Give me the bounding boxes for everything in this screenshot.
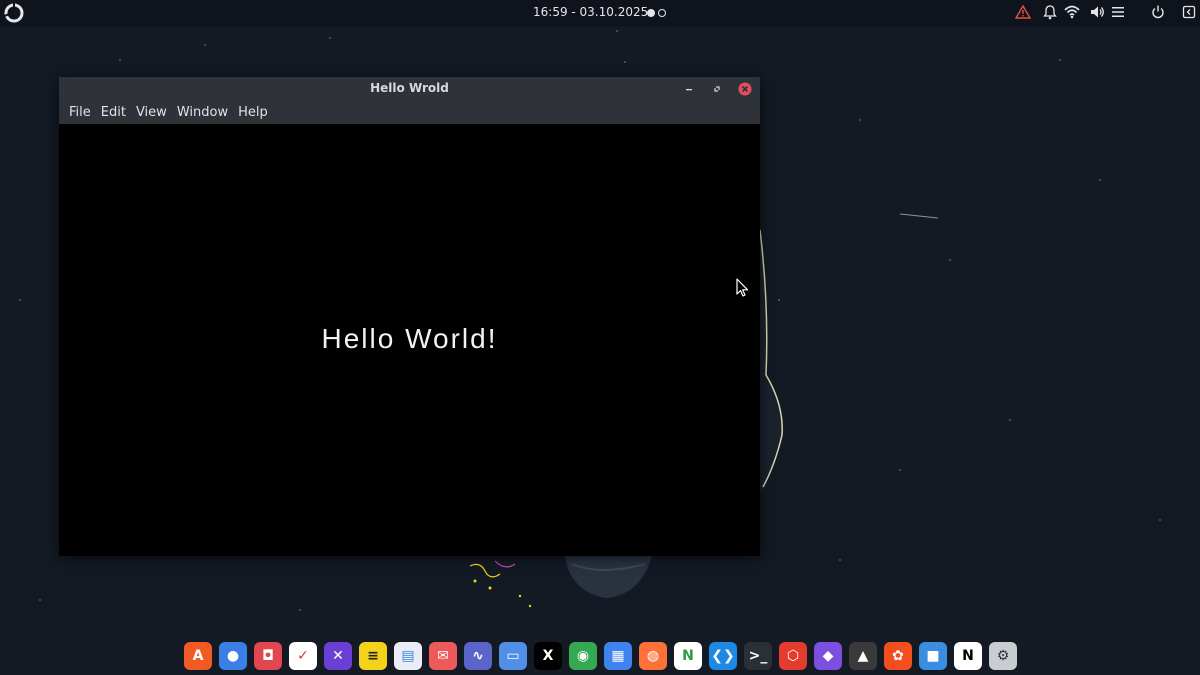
- wallpaper-shooting-star: [900, 213, 939, 219]
- dock-vscode-icon[interactable]: ❮❯: [709, 642, 737, 670]
- menu-view[interactable]: View: [131, 105, 172, 120]
- dock-figma-icon[interactable]: ✿: [884, 642, 912, 670]
- window-title: Hello Wrold: [370, 81, 449, 95]
- dock-files-icon[interactable]: ▭: [499, 642, 527, 670]
- workspace-1[interactable]: [647, 9, 655, 17]
- dock-obsidian-icon[interactable]: ◆: [814, 642, 842, 670]
- workspace-indicator[interactable]: [647, 9, 666, 17]
- dock-settings-icon[interactable]: ⚙: [989, 642, 1017, 670]
- dock-inkscape-icon[interactable]: ▲: [849, 642, 877, 670]
- close-icon[interactable]: [738, 82, 752, 96]
- dock-grid-apps-icon[interactable]: ▦: [604, 642, 632, 670]
- menu-icon[interactable]: [1111, 4, 1125, 22]
- top-bar: 16:59 - 03.10.2025: [0, 0, 1200, 26]
- app-window: Hello Wrold File Edit View Window Help H…: [59, 77, 760, 556]
- dock-documents-icon[interactable]: ▤: [394, 642, 422, 670]
- dock-editor-icon[interactable]: ✕: [324, 642, 352, 670]
- hello-text: Hello World!: [321, 323, 498, 354]
- window-content: Hello World!: [59, 124, 760, 556]
- dock-firefox-icon[interactable]: ◍: [639, 642, 667, 670]
- volume-icon[interactable]: [1089, 4, 1105, 22]
- mouse-cursor-icon: [736, 278, 749, 297]
- dock-terminal-icon[interactable]: >_: [744, 642, 772, 670]
- dock-mail-icon[interactable]: ✉: [429, 642, 457, 670]
- dock-notes-icon[interactable]: ≡: [359, 642, 387, 670]
- minimize-icon[interactable]: [682, 82, 696, 96]
- wallpaper-helmet: [565, 556, 652, 598]
- clock[interactable]: 16:59 - 03.10.2025: [533, 5, 648, 19]
- dock-todo-icon[interactable]: ✓: [289, 642, 317, 670]
- dock-chrome-icon[interactable]: ◉: [569, 642, 597, 670]
- menu-edit[interactable]: Edit: [96, 105, 131, 120]
- bell-icon[interactable]: [1043, 4, 1057, 22]
- wallpaper-confetti: [469, 560, 532, 608]
- menu-window[interactable]: Window: [172, 105, 233, 120]
- dock-box-icon[interactable]: ■: [919, 642, 947, 670]
- maximize-icon[interactable]: [710, 82, 724, 96]
- dock-x-icon[interactable]: X: [534, 642, 562, 670]
- wifi-icon[interactable]: [1064, 4, 1080, 22]
- window-titlebar[interactable]: Hello Wrold: [59, 77, 760, 101]
- dock-notion-icon[interactable]: N: [954, 642, 982, 670]
- dock-pdf-icon[interactable]: ⬡: [779, 642, 807, 670]
- menu-help[interactable]: Help: [233, 105, 273, 120]
- exit-icon[interactable]: [1182, 4, 1196, 22]
- menu-bar: File Edit View Window Help: [59, 101, 760, 124]
- dock-toggle-icon[interactable]: ●: [219, 642, 247, 670]
- dock-screenshot-icon[interactable]: ◘: [254, 642, 282, 670]
- menu-file[interactable]: File: [64, 105, 96, 120]
- warning-icon[interactable]: [1015, 4, 1031, 22]
- dock-app-store-icon[interactable]: A: [184, 642, 212, 670]
- workspace-2[interactable]: [658, 9, 666, 17]
- distro-logo-icon[interactable]: [4, 3, 24, 23]
- power-icon[interactable]: [1151, 4, 1165, 22]
- dock-monitor-icon[interactable]: ∿: [464, 642, 492, 670]
- dock: A ● ◘ ✓ ✕ ≡ ▤ ✉ ∿ ▭ X ◉ ▦ ◍ N ❮❯ >_ ⬡ ◆ ▲ ✿ ■ N ⚙: [184, 642, 1017, 670]
- dock-nginx-icon[interactable]: N: [674, 642, 702, 670]
